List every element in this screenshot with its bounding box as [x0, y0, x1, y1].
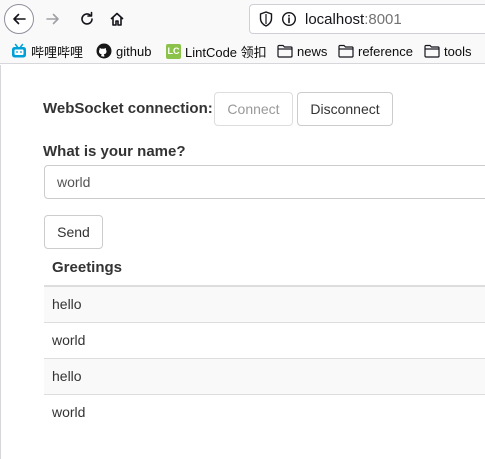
name-label: What is your name? — [43, 143, 186, 160]
table-row: hello — [44, 285, 485, 322]
bookmark-folder-news[interactable]: news — [277, 41, 327, 61]
reload-button[interactable] — [72, 4, 102, 34]
bookmark-label: 哔哩哔哩 — [31, 44, 84, 60]
folder-icon — [277, 44, 293, 58]
bookmark-label: LintCode 领扣 — [185, 44, 267, 60]
greetings-header: Greetings — [44, 250, 485, 287]
bookmark-label: news — [297, 43, 328, 59]
connect-button[interactable]: Connect — [214, 92, 293, 126]
bookmark-label: github — [116, 43, 152, 59]
folder-icon — [338, 44, 354, 58]
bookmark-bilibili[interactable]: 哔哩哔哩 — [11, 41, 83, 61]
greeting-cell: hello — [44, 357, 485, 394]
lintcode-icon: LC — [166, 43, 181, 59]
url-bar[interactable]: localhost:8001 — [249, 4, 485, 34]
bookmark-folder-tools[interactable]: tools — [424, 41, 471, 61]
forward-button[interactable] — [38, 4, 68, 34]
table-header-row: Greetings — [44, 250, 485, 287]
disconnect-button[interactable]: Disconnect — [297, 92, 393, 126]
greetings-table: Greetings hello world hello world — [44, 250, 485, 430]
bookmark-label: tools — [444, 43, 472, 59]
greeting-cell: world — [44, 393, 485, 430]
forward-icon — [46, 13, 59, 25]
name-input[interactable] — [44, 165, 485, 199]
bookmark-folder-reference[interactable]: reference — [338, 41, 413, 61]
reload-icon — [81, 11, 93, 25]
browser-toolbar: localhost:8001 — [0, 0, 485, 38]
bookmark-github[interactable]: github — [96, 41, 151, 61]
bookmark-label: reference — [358, 43, 413, 59]
home-button[interactable] — [102, 4, 132, 34]
table-row: world — [44, 321, 485, 358]
bookmark-lintcode[interactable]: LC LintCode 领扣 — [166, 41, 267, 61]
websocket-connection-label: WebSocket connection: — [43, 100, 213, 117]
url-text[interactable]: localhost:8001 — [305, 11, 402, 28]
info-icon[interactable] — [281, 11, 297, 27]
greeting-cell: world — [44, 321, 485, 358]
home-icon — [110, 12, 124, 26]
github-icon — [96, 43, 112, 59]
shield-icon[interactable] — [259, 11, 273, 27]
folder-icon — [424, 44, 440, 58]
back-icon — [13, 13, 26, 25]
back-button[interactable] — [4, 4, 34, 34]
bilibili-icon — [11, 43, 27, 59]
greeting-cell: hello — [44, 285, 485, 322]
table-row: hello — [44, 357, 485, 394]
page-content: WebSocket connection: Connect Disconnect… — [0, 65, 485, 459]
send-button[interactable]: Send — [44, 215, 103, 249]
table-row: world — [44, 393, 485, 430]
bookmarks-bar: 哔哩哔哩 github LC LintCode 领扣 news referenc… — [0, 38, 485, 64]
